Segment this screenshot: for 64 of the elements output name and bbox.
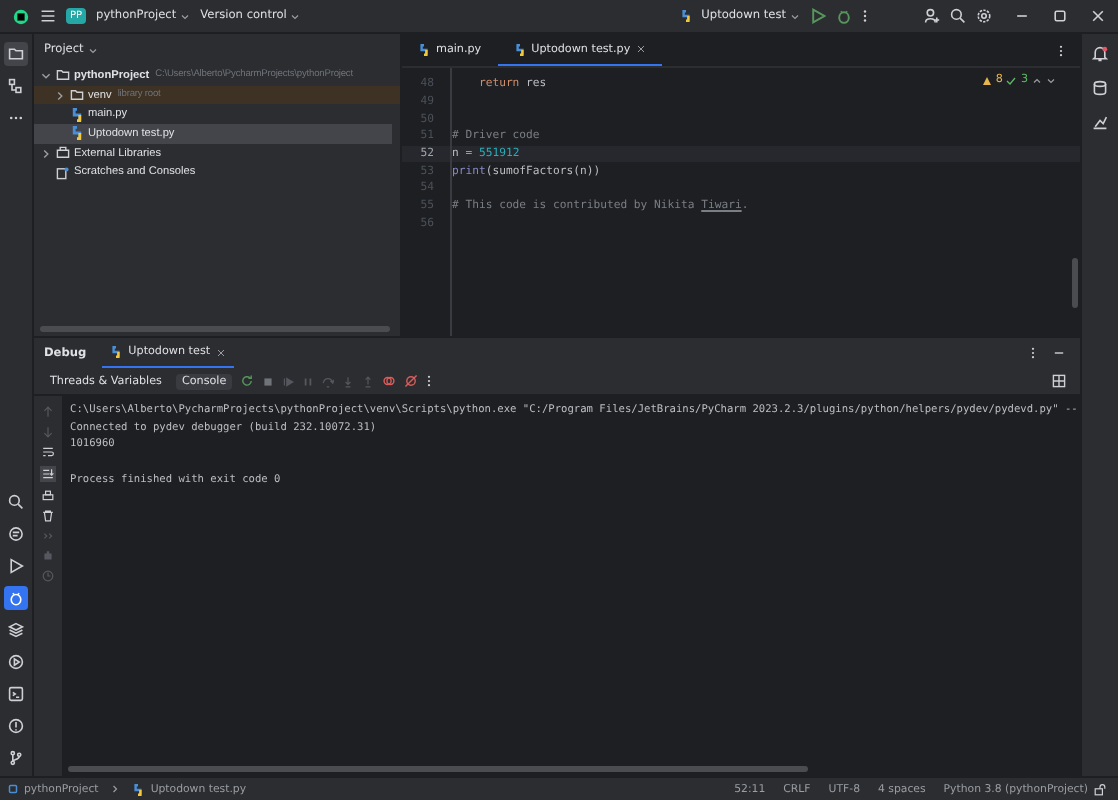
layers-tool-icon[interactable] <box>4 618 28 642</box>
library-icon <box>56 146 70 161</box>
print-icon[interactable] <box>42 490 54 502</box>
chevron-icon[interactable] <box>54 89 66 102</box>
caret-icon[interactable] <box>290 11 301 21</box>
stop-icon[interactable] <box>262 375 275 387</box>
scrollbar[interactable] <box>40 326 390 332</box>
python-file-icon <box>110 346 123 358</box>
chevron-icon[interactable] <box>40 69 52 82</box>
warning-icon[interactable] <box>981 75 992 85</box>
previous-icon[interactable] <box>1032 75 1042 85</box>
rerun-icon[interactable] <box>240 374 255 388</box>
app-logo-icon[interactable] <box>12 7 30 25</box>
next-icon[interactable] <box>1046 75 1056 85</box>
lock-icon[interactable] <box>1094 783 1106 795</box>
caret-icon[interactable] <box>790 11 800 21</box>
python-file-icon <box>679 10 692 22</box>
close-icon[interactable] <box>636 44 647 54</box>
module-icon <box>8 784 18 794</box>
caret-icon[interactable] <box>87 45 98 55</box>
layout-icon[interactable] <box>1052 374 1066 388</box>
soft-wrap-icon[interactable] <box>42 446 54 458</box>
python-file-icon <box>132 783 145 795</box>
scratch-icon <box>56 165 70 180</box>
trash-icon[interactable] <box>42 510 54 522</box>
more-icon[interactable] <box>426 374 433 388</box>
chevron-icon[interactable] <box>40 147 52 160</box>
python-file-icon <box>70 126 84 141</box>
chevron-icon <box>110 784 121 794</box>
mute-breakpoints-icon[interactable] <box>404 374 419 388</box>
scroll-to-end-icon[interactable] <box>40 466 56 482</box>
breakpoints-icon[interactable] <box>382 374 397 388</box>
debug-tool-icon[interactable] <box>4 586 28 610</box>
menu-icon[interactable] <box>40 8 56 24</box>
python-file-icon <box>70 107 84 122</box>
python-file-icon <box>513 43 526 55</box>
services-tool-icon[interactable] <box>4 650 28 674</box>
settings-icon[interactable] <box>976 8 992 24</box>
notification-bell-icon[interactable] <box>1092 46 1108 62</box>
search-tool-icon[interactable] <box>4 490 28 514</box>
caret-icon[interactable] <box>180 11 191 21</box>
database-icon[interactable] <box>1092 80 1108 96</box>
problems-tool-icon[interactable] <box>4 714 28 738</box>
close-icon[interactable] <box>216 347 227 357</box>
check-icon[interactable] <box>1006 75 1017 85</box>
close-icon[interactable] <box>1090 8 1106 24</box>
terminal-tool-icon[interactable] <box>4 682 28 706</box>
more-icon[interactable] <box>1058 43 1064 57</box>
run-tool-icon[interactable] <box>4 554 28 578</box>
run-icon[interactable] <box>810 8 826 24</box>
maximize-icon[interactable] <box>1052 8 1068 24</box>
add-user-icon[interactable] <box>924 8 940 24</box>
chart-icon[interactable] <box>1092 114 1108 130</box>
console-tool-icon[interactable] <box>4 522 28 546</box>
scrollbar[interactable] <box>68 766 808 772</box>
search-icon[interactable] <box>950 8 966 24</box>
more-icon[interactable] <box>862 8 868 24</box>
more-icon[interactable] <box>1030 346 1036 360</box>
folder-tool-icon[interactable] <box>4 42 28 66</box>
debug-icon[interactable] <box>836 8 852 24</box>
structure-tool-icon[interactable] <box>4 74 28 98</box>
python-file-icon <box>418 43 430 55</box>
scrollbar[interactable] <box>1072 258 1078 308</box>
minimize-icon[interactable] <box>1052 346 1066 360</box>
